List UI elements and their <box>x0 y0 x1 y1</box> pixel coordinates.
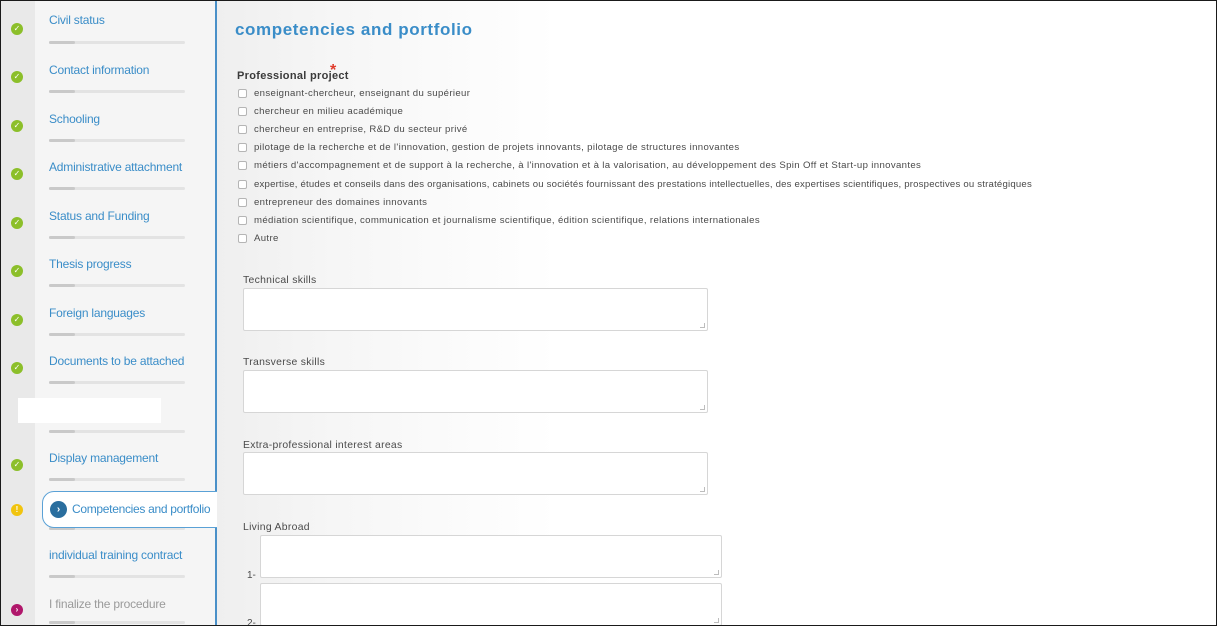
project-option[interactable]: chercheur en milieu académique <box>238 105 403 118</box>
checkbox[interactable] <box>238 107 247 116</box>
project-option-label: médiation scientifique, communication et… <box>254 215 760 226</box>
sidebar-item-documents-to-be-attached[interactable]: ✓ Documents to be attached <box>1 348 215 396</box>
check-circle-icon: ✓ <box>11 120 23 132</box>
step-progress-track <box>49 139 185 142</box>
page-title: competencies and portfolio <box>235 20 473 39</box>
sidebar-item-label[interactable]: I finalize the procedure <box>49 597 166 611</box>
project-option[interactable]: enseignant-chercheur, enseignant du supé… <box>238 87 470 100</box>
chevron-right-circle-icon: › <box>50 501 67 518</box>
resize-grip-icon[interactable] <box>700 405 705 410</box>
sidebar-item-label[interactable]: Administrative attachment <box>49 160 182 174</box>
sidebar-item-label[interactable]: Display management <box>49 451 158 465</box>
resize-grip-icon[interactable] <box>700 323 705 328</box>
sidebar-item-label[interactable]: Schooling <box>49 112 100 126</box>
checkbox[interactable] <box>238 125 247 134</box>
project-option[interactable]: entrepreneur des domaines innovants <box>238 196 427 209</box>
sidebar-item-label[interactable]: individual training contract <box>49 548 182 562</box>
step-progress-track <box>49 381 185 384</box>
step-progress-track <box>49 41 185 44</box>
transverse-skills-label: Transverse skills <box>243 357 326 368</box>
sidebar-item-label[interactable]: Foreign languages <box>49 306 145 320</box>
project-option[interactable]: Autre <box>238 232 279 245</box>
project-option-label: chercheur en entreprise, R&D du secteur … <box>254 124 468 135</box>
transverse-skills-textarea[interactable] <box>243 370 708 413</box>
extra-professional-label: Extra-professional interest areas <box>243 440 403 451</box>
check-circle-icon: ✓ <box>11 217 23 229</box>
sidebar-item-hidden <box>1 397 215 445</box>
project-option-label: métiers d'accompagnement et de support à… <box>254 160 922 171</box>
resize-grip-icon[interactable] <box>700 487 705 492</box>
check-circle-icon: ✓ <box>11 265 23 277</box>
sidebar-item-schooling[interactable]: ✓ Schooling <box>1 106 215 154</box>
step-progress-track <box>49 333 185 336</box>
step-progress-track <box>49 236 185 239</box>
sidebar-item-label[interactable]: Documents to be attached <box>49 354 184 368</box>
sidebar-item-label[interactable]: Competencies and portfolio <box>72 502 211 516</box>
check-circle-icon: ✓ <box>11 168 23 180</box>
checkbox[interactable] <box>238 143 247 152</box>
project-option-label: pilotage de la recherche et de l'innovat… <box>254 142 740 153</box>
sidebar-item-contact-information[interactable]: ✓ Contact information <box>1 57 215 105</box>
living-abroad-row-number: 2- <box>247 618 256 626</box>
project-option[interactable]: métiers d'accompagnement et de support à… <box>238 159 921 172</box>
project-option[interactable]: chercheur en entreprise, R&D du secteur … <box>238 123 468 136</box>
app-window: ✓ Civil status ✓ Contact information ✓ S… <box>0 0 1217 626</box>
sidebar-item-thesis-progress[interactable]: ✓ Thesis progress <box>1 251 215 299</box>
step-progress-track <box>49 284 185 287</box>
sidebar-item-competencies-and-portfolio[interactable]: › Competencies and portfolio <box>42 491 231 528</box>
step-progress-track <box>49 430 185 433</box>
living-abroad-label: Living Abroad <box>243 522 310 533</box>
resize-grip-icon[interactable] <box>714 618 719 623</box>
check-circle-icon: ✓ <box>11 23 23 35</box>
sidebar-item-label[interactable]: Thesis progress <box>49 257 132 271</box>
step-progress-track <box>49 621 185 624</box>
project-option-label: entrepreneur des domaines innovants <box>254 197 428 208</box>
project-option-label: Autre <box>254 233 279 244</box>
project-option[interactable]: expertise, études et conseils dans des o… <box>238 178 1032 191</box>
project-option-label: expertise, études et conseils dans des o… <box>254 179 1032 190</box>
step-progress-track <box>49 478 185 481</box>
living-abroad-row-number: 1- <box>247 570 256 581</box>
chevron-right-circle-icon: › <box>11 604 23 616</box>
sidebar-item-individual-training-contract[interactable]: individual training contract <box>1 542 215 590</box>
extra-professional-textarea[interactable] <box>243 452 708 495</box>
checkbox[interactable] <box>238 89 247 98</box>
sidebar-item-label[interactable]: Status and Funding <box>49 209 150 223</box>
technical-skills-label: Technical skills <box>243 275 317 286</box>
sidebar-item-label[interactable]: Contact information <box>49 63 149 77</box>
sidebar-nav: ✓ Civil status ✓ Contact information ✓ S… <box>1 1 217 625</box>
technical-skills-textarea[interactable] <box>243 288 708 331</box>
step-progress-track <box>49 187 185 190</box>
project-option-label: enseignant-chercheur, enseignant du supé… <box>254 88 471 99</box>
resize-grip-icon[interactable] <box>714 570 719 575</box>
sidebar-item-civil-status[interactable]: ✓ Civil status <box>1 9 215 57</box>
main-content: competencies and portfolio Professional … <box>217 1 1216 626</box>
sidebar-item-administrative-attachment[interactable]: ✓ Administrative attachment <box>1 154 215 202</box>
step-progress-track <box>49 575 185 578</box>
required-asterisk-icon: * <box>330 62 337 79</box>
sidebar-item-status-and-funding[interactable]: ✓ Status and Funding <box>1 203 215 251</box>
sidebar-item-finalize-procedure[interactable]: › I finalize the procedure <box>1 591 215 625</box>
project-option-label: chercheur en milieu académique <box>254 106 404 117</box>
checkbox[interactable] <box>238 198 247 207</box>
sidebar-item-display-management[interactable]: ✓ Display management <box>1 445 215 493</box>
checkbox[interactable] <box>238 234 247 243</box>
step-progress-track <box>49 90 185 93</box>
living-abroad-textarea-2[interactable] <box>260 583 722 625</box>
check-circle-icon: ✓ <box>11 71 23 83</box>
checkbox[interactable] <box>238 161 247 170</box>
sidebar-item-label[interactable]: Civil status <box>49 13 105 27</box>
check-circle-icon: ✓ <box>11 314 23 326</box>
check-circle-icon: ✓ <box>11 362 23 374</box>
checkbox[interactable] <box>238 216 247 225</box>
check-circle-icon: ✓ <box>11 459 23 471</box>
living-abroad-textarea-1[interactable] <box>260 535 722 578</box>
sidebar-item-foreign-languages[interactable]: ✓ Foreign languages <box>1 300 215 348</box>
exclamation-circle-icon: ! <box>11 504 23 516</box>
project-option[interactable]: médiation scientifique, communication et… <box>238 214 760 227</box>
project-option[interactable]: pilotage de la recherche et de l'innovat… <box>238 141 740 154</box>
checkbox[interactable] <box>238 180 247 189</box>
